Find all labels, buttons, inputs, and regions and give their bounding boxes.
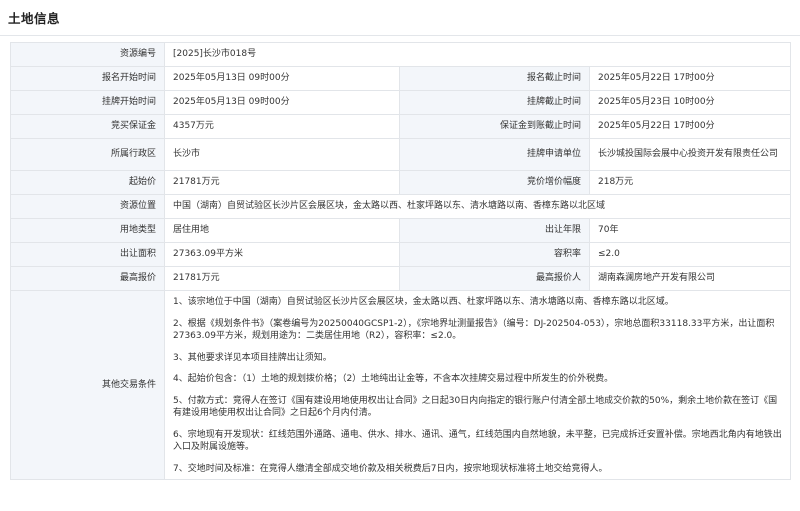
highest-bidder-label: 最高报价人 [399,266,590,291]
condition-item: 5、付款方式：竞得人在签订《国有建设用地使用权出让合同》之日起30日内向指定的银… [173,395,778,419]
area-label: 出让面积 [10,242,165,267]
conditions-content: 1、该宗地位于中国（湖南）自贸试验区长沙片区会展区块，金太路以西、杜家坪路以东、… [163,290,792,480]
location-value: 中国（湖南）自贸试验区长沙片区会展区块，金太路以西、杜家坪路以东、清水塘路以南、… [163,194,792,219]
table-row: 竞买保证金 4357万元 保证金到账截止时间 2025年05月22日 17时00… [10,114,792,139]
table-row: 出让面积 27363.09平方米 容积率 ≤2.0 [10,242,792,267]
plot-ratio-label: 容积率 [399,242,590,267]
resource-id-value: [2025]长沙市018号 [163,42,792,67]
resource-id-label: 资源编号 [10,42,165,67]
condition-item: 3、其他要求详见本项目挂牌出让须知。 [173,352,332,363]
conditions-label: 其他交易条件 [10,290,165,480]
listing-end-label: 挂牌截止时间 [399,90,590,115]
land-use-value: 居住用地 [164,218,400,243]
highest-bid-label: 最高报价 [10,266,165,291]
bid-increment-value: 218万元 [588,170,792,195]
condition-item: 7、交地时间及标准：在竞得人缴清全部成交地价款及相关税费后7日内，按宗地现状标准… [173,463,608,474]
table-row: 资源位置 中国（湖南）自贸试验区长沙片区会展区块，金太路以西、杜家坪路以东、清水… [10,194,792,219]
table-row: 挂牌开始时间 2025年05月13日 09时00分 挂牌截止时间 2025年05… [10,90,792,115]
table-row: 资源编号 [2025]长沙市018号 [10,42,792,67]
term-label: 出让年限 [399,218,590,243]
page-header: 土地信息 [0,0,800,36]
land-info-table: 资源编号 [2025]长沙市018号 报名开始时间 2025年05月13日 09… [10,42,792,480]
condition-item: 6、宗地现有开发现状：红线范围外通路、通电、供水、排水、通讯、通气，红线范围内自… [173,429,782,453]
listing-start-value: 2025年05月13日 09时00分 [164,90,400,115]
deposit-label: 竞买保证金 [10,114,165,139]
table-row: 用地类型 居住用地 出让年限 70年 [10,218,792,243]
signup-end-value: 2025年05月22日 17时00分 [588,66,792,91]
page-title: 土地信息 [8,11,61,26]
land-use-label: 用地类型 [10,218,165,243]
deposit-deadline-value: 2025年05月22日 17时00分 [588,114,792,139]
applicant-value: 长沙城投国际会展中心投资开发有限责任公司 [588,138,792,171]
condition-item: 4、起始价包含：（1）土地的规划拨价格；（2）土地纯出让金等，不含本次挂牌交易过… [173,374,614,384]
condition-item: 1、该宗地位于中国（湖南）自贸试验区长沙片区会展区块，金太路以西、杜家坪路以东、… [173,297,674,307]
district-value: 长沙市 [164,138,400,171]
signup-start-value: 2025年05月13日 09时00分 [164,66,400,91]
signup-end-label: 报名截止时间 [399,66,590,91]
highest-bid-value: 21781万元 [164,266,400,291]
signup-start-label: 报名开始时间 [10,66,165,91]
table-row: 起始价 21781万元 竞价增价幅度 218万元 [10,170,792,195]
condition-item: 2、根据《规划条件书》（案卷编号为20250040GCSP1-2），《宗地界址测… [173,318,775,342]
deposit-deadline-label: 保证金到账截止时间 [399,114,590,139]
plot-ratio-value: ≤2.0 [588,242,792,267]
start-price-label: 起始价 [10,170,165,195]
table-row: 其他交易条件 1、该宗地位于中国（湖南）自贸试验区长沙片区会展区块，金太路以西、… [10,290,792,480]
district-label: 所属行政区 [10,138,165,171]
deposit-value: 4357万元 [164,114,400,139]
location-label: 资源位置 [10,194,165,219]
applicant-label: 挂牌申请单位 [399,138,590,171]
table-row: 最高报价 21781万元 最高报价人 湖南森澜房地产开发有限公司 [10,266,792,291]
bid-increment-label: 竞价增价幅度 [399,170,590,195]
table-row: 报名开始时间 2025年05月13日 09时00分 报名截止时间 2025年05… [10,66,792,91]
term-value: 70年 [588,218,792,243]
start-price-value: 21781万元 [164,170,400,195]
highest-bidder-value: 湖南森澜房地产开发有限公司 [588,266,792,291]
listing-start-label: 挂牌开始时间 [10,90,165,115]
listing-end-value: 2025年05月23日 10时00分 [588,90,792,115]
area-value: 27363.09平方米 [164,242,400,267]
table-row: 所属行政区 长沙市 挂牌申请单位 长沙城投国际会展中心投资开发有限责任公司 [10,138,792,171]
